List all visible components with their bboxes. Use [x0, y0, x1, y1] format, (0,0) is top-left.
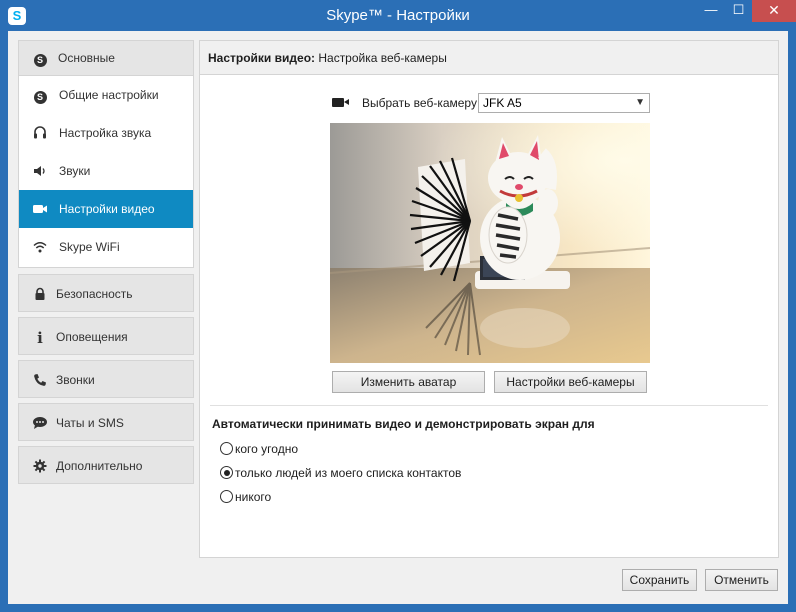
save-button[interactable]: Сохранить [622, 569, 697, 591]
phone-icon [32, 373, 48, 389]
radio-button[interactable] [220, 466, 233, 479]
sidebar-item-label: Оповещения [56, 330, 128, 344]
sidebar-item-label: Звуки [59, 164, 91, 178]
video-settings-panel: Настройки видео: Настройка веб-камеры Вы… [199, 40, 779, 558]
skype-icon: S [32, 51, 48, 67]
skype-icon: S [32, 88, 48, 104]
radio-label: только людей из моего списка контактов [235, 466, 462, 480]
sidebar-item-calls[interactable]: Звонки [18, 360, 194, 398]
close-button[interactable]: ✕ [752, 0, 796, 22]
sidebar-item-notifications[interactable]: i Оповещения [18, 317, 194, 355]
panel-header-section: Настройки видео: [208, 51, 316, 65]
sidebar-item-security[interactable]: Безопасность [18, 274, 194, 312]
sidebar-item-audio-settings[interactable]: Настройка звука [19, 114, 193, 152]
webcam-preview [330, 123, 650, 363]
skype-settings-window: S Skype™ - Настройки — ☐ ✕ S Основные S … [0, 0, 796, 612]
webcam-preview-image [330, 123, 650, 363]
sidebar-item-row: Безопасность [19, 275, 193, 313]
video-camera-icon [32, 202, 48, 218]
sidebar-item-row: Чаты и SMS [19, 404, 193, 442]
info-icon: i [37, 329, 43, 347]
settings-client-area: S Основные S Общие настройки Настройка з… [8, 31, 788, 604]
sidebar-item-advanced[interactable]: Дополнительно [18, 446, 194, 484]
radio-label: никого [235, 490, 272, 504]
window-title: Skype™ - Настройки [326, 7, 470, 24]
cancel-button[interactable]: Отменить [705, 569, 778, 591]
radio-button[interactable] [220, 490, 233, 503]
webcam-settings-button[interactable]: Настройки веб-камеры [494, 371, 647, 393]
auto-accept-title: Автоматически принимать видео и демонстр… [212, 417, 595, 431]
sidebar-item-chats-sms[interactable]: Чаты и SMS [18, 403, 194, 441]
speaker-icon [32, 164, 48, 180]
panel-header: Настройки видео: Настройка веб-камеры [200, 41, 778, 75]
sidebar-item-row: Звонки [19, 361, 193, 399]
sidebar-item-label: Общие настройки [59, 88, 159, 102]
chevron-down-icon: ▼ [635, 97, 645, 108]
radio-label: кого угодно [235, 442, 299, 456]
change-avatar-button[interactable]: Изменить аватар [332, 371, 485, 393]
sidebar-item-label: Основные [58, 51, 115, 65]
webcam-select[interactable]: JFK A5 ▼ [478, 93, 650, 113]
webcam-select-label: Выбрать веб-камеру: [362, 96, 481, 110]
lock-icon [32, 287, 48, 303]
sidebar-item-row: Дополнительно [19, 447, 193, 485]
sidebar-item-row: i Оповещения [19, 318, 193, 356]
sidebar-item-video-settings[interactable]: Настройки видео [19, 190, 193, 228]
radio-button[interactable] [220, 442, 233, 455]
sidebar-item-label: Настройки видео [59, 202, 155, 216]
sidebar-item-label: Дополнительно [56, 459, 143, 473]
sidebar-item-label: Skype WiFi [59, 240, 120, 254]
sidebar-item-general[interactable]: S Основные [19, 41, 193, 76]
minimize-button[interactable]: — [697, 0, 725, 22]
gear-icon [32, 459, 48, 475]
sidebar-item-label: Настройка звука [59, 126, 152, 140]
sidebar-item-label: Безопасность [56, 287, 133, 301]
headset-icon [32, 126, 48, 142]
sidebar-item-general-settings[interactable]: S Общие настройки [19, 76, 193, 114]
maximize-button[interactable]: ☐ [725, 0, 752, 22]
sidebar-item-sounds[interactable]: Звуки [19, 152, 193, 190]
panel-header-subtitle: Настройка веб-камеры [315, 51, 447, 65]
section-divider [210, 405, 768, 406]
wifi-icon [32, 240, 48, 256]
webcam-selected-value: JFK A5 [483, 96, 522, 110]
sidebar-item-label: Чаты и SMS [56, 416, 124, 430]
sidebar-item-skype-wifi[interactable]: Skype WiFi [19, 228, 193, 266]
video-camera-icon [332, 98, 349, 107]
chat-icon [32, 416, 48, 432]
sidebar-item-label: Звонки [56, 373, 95, 387]
title-bar[interactable]: S Skype™ - Настройки — ☐ ✕ [0, 0, 796, 31]
sidebar-group-general: S Основные S Общие настройки Настройка з… [18, 40, 194, 268]
